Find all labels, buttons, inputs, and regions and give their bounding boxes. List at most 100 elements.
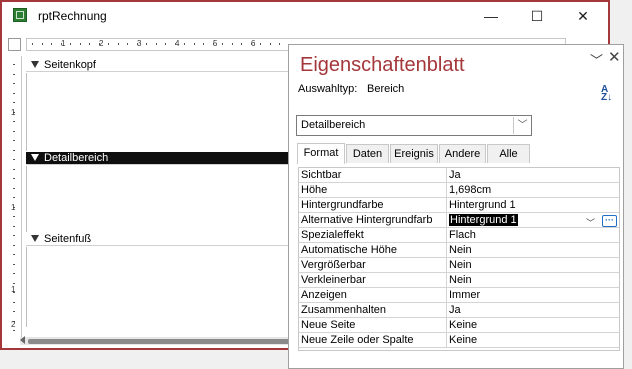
ruler-tick — [146, 43, 147, 45]
ruler-tick — [127, 43, 128, 45]
ruler-tick — [279, 43, 280, 45]
ruler-tick — [13, 197, 15, 198]
property-row[interactable]: Vergrößerbar Nein — [299, 258, 619, 273]
ruler-tick — [89, 43, 90, 45]
tab-format[interactable]: Format — [297, 143, 345, 164]
ruler-tick — [79, 43, 81, 45]
close-icon[interactable]: ✕ — [608, 48, 621, 66]
minimize-button[interactable]: — — [468, 4, 514, 28]
property-row[interactable]: Neue Zeile oder Spalte Keine — [299, 333, 619, 348]
property-value[interactable]: 1,698cm — [449, 183, 491, 198]
ruler-tick — [70, 43, 71, 45]
ruler-number: 1 — [11, 285, 16, 294]
ruler-tick — [203, 43, 204, 45]
property-value[interactable]: Keine — [449, 318, 477, 333]
property-row[interactable]: Automatische Höhe Nein — [299, 243, 619, 258]
ruler-tick — [13, 149, 15, 151]
scrollbar-thumb[interactable] — [28, 339, 290, 344]
chevron-down-icon[interactable]: ﹀ — [513, 117, 531, 134]
section-label: Seitenfuß — [44, 233, 92, 245]
ruler-tick — [60, 43, 62, 45]
ruler-number: 1 — [11, 108, 16, 117]
property-value[interactable]: Nein — [449, 258, 472, 273]
ellipsis-build-icon[interactable]: ··· — [602, 215, 617, 227]
property-value[interactable]: Flach — [449, 228, 476, 243]
ruler-tick — [13, 235, 15, 236]
property-row[interactable]: Spezialeffekt Flach — [299, 228, 619, 243]
property-row[interactable]: Hintergrundfarbe Hintergrund 1 — [299, 198, 619, 213]
property-name: Alternative Hintergrundfarb — [301, 214, 433, 226]
section-bar-seitenfuss[interactable]: Seitenfuß — [26, 233, 296, 246]
property-name: Anzeigen — [301, 289, 347, 301]
ruler-tick — [51, 43, 52, 45]
ruler-tick — [13, 254, 15, 255]
ruler-tick — [231, 43, 233, 45]
ruler-tick — [13, 282, 15, 284]
window-title: rptRechnung — [38, 9, 107, 23]
property-value[interactable]: Nein — [449, 243, 472, 258]
maximize-button[interactable]: ☐ — [514, 4, 560, 28]
property-row[interactable]: Anzeigen Immer — [299, 288, 619, 303]
ruler-number: 2 — [11, 320, 16, 329]
ruler-tick — [212, 43, 214, 45]
ruler-corner-selector[interactable] — [8, 38, 21, 51]
section-area-detailbereich[interactable] — [26, 166, 291, 232]
ruler-tick — [13, 311, 15, 312]
ruler-tick — [13, 301, 15, 303]
close-button[interactable]: ✕ — [560, 4, 606, 28]
selection-type-value: Bereich — [367, 83, 405, 95]
ruler-tick — [13, 216, 15, 217]
section-arrow-icon — [31, 61, 39, 68]
ruler-tick — [260, 43, 261, 45]
ruler-tick — [13, 64, 15, 65]
sort-az-icon[interactable]: A Z↓ — [601, 85, 612, 103]
tab-andere[interactable]: Andere — [439, 144, 486, 163]
ruler-tick — [165, 43, 166, 45]
property-name: Sichtbar — [301, 169, 342, 181]
ruler-tick — [184, 43, 185, 45]
property-value-selected[interactable]: Hintergrund 1 — [449, 214, 518, 226]
tab-alle[interactable]: Alle — [487, 144, 530, 163]
ruler-tick — [13, 244, 15, 246]
ruler-tick — [13, 225, 15, 227]
section-area-seitenfuss[interactable] — [26, 247, 291, 327]
property-row[interactable]: Verkleinerbar Nein — [299, 273, 619, 288]
property-row[interactable]: Zusammenhalten Ja — [299, 303, 619, 318]
section-label: Detailbereich — [44, 152, 109, 164]
section-bar-detailbereich[interactable]: Detailbereich — [26, 152, 296, 165]
property-name: Zusammenhalten — [301, 304, 386, 316]
ruler-number: 1 — [11, 203, 16, 212]
ruler-tick — [13, 273, 15, 274]
property-row-selected[interactable]: Alternative Hintergrundfarb Hintergrund 1 — [299, 213, 619, 228]
ruler-tick — [155, 43, 157, 45]
property-row[interactable]: Höhe 1,698cm — [299, 183, 619, 198]
object-selector-value: Detailbereich — [301, 119, 366, 131]
property-value[interactable]: Immer — [449, 288, 480, 303]
property-row[interactable]: Neue Seite Keine — [299, 318, 619, 333]
section-bar-seitenkopf[interactable]: Seitenkopf — [26, 59, 296, 72]
property-value[interactable]: Hintergrund 1 — [449, 198, 516, 213]
ruler-tick — [13, 140, 15, 141]
ruler-tick — [174, 43, 176, 45]
section-label: Seitenkopf — [44, 59, 96, 71]
property-sheet-title: Eigenschaftenblatt — [300, 54, 465, 76]
property-value[interactable]: Ja — [449, 168, 461, 183]
section-area-seitenkopf[interactable] — [26, 73, 291, 151]
ruler-tick — [13, 168, 15, 170]
section-arrow-icon — [31, 154, 39, 161]
tab-daten[interactable]: Daten — [346, 144, 389, 163]
property-value[interactable]: Nein — [449, 273, 472, 288]
chevron-down-icon[interactable]: ﹀ — [590, 50, 603, 69]
tab-ereignis[interactable]: Ereignis — [390, 144, 438, 163]
property-name: Neue Zeile oder Spalte — [301, 334, 414, 346]
ruler-tick — [13, 121, 15, 122]
property-value[interactable]: Keine — [449, 333, 477, 348]
vertical-ruler[interactable] — [8, 56, 22, 338]
ruler-tick — [13, 263, 15, 265]
report-icon — [13, 8, 27, 22]
ruler-tick — [193, 43, 195, 45]
ruler-tick — [32, 43, 33, 45]
property-value[interactable]: Ja — [449, 303, 461, 318]
property-row[interactable]: Sichtbar Ja — [299, 168, 619, 183]
scroll-left-arrow-icon[interactable] — [20, 336, 25, 344]
